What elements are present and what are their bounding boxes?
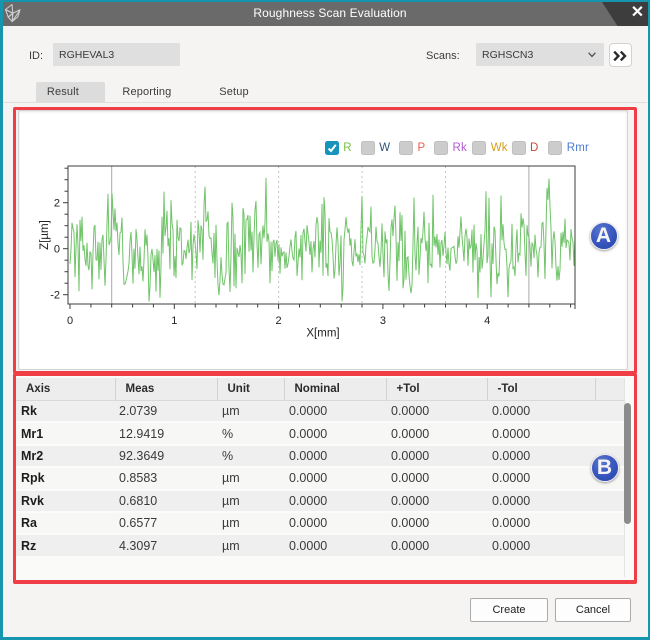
svg-text:-2: -2 <box>50 290 60 302</box>
svg-text:3: 3 <box>380 315 386 327</box>
svg-text:2: 2 <box>54 198 60 210</box>
svg-text:0: 0 <box>67 315 73 327</box>
svg-text:Z[µm]: Z[µm] <box>39 220 51 250</box>
svg-text:4: 4 <box>484 315 490 327</box>
svg-text:0: 0 <box>54 244 60 256</box>
svg-text:1: 1 <box>171 315 177 327</box>
svg-text:X[mm]: X[mm] <box>306 328 339 340</box>
svg-text:2: 2 <box>276 315 282 327</box>
